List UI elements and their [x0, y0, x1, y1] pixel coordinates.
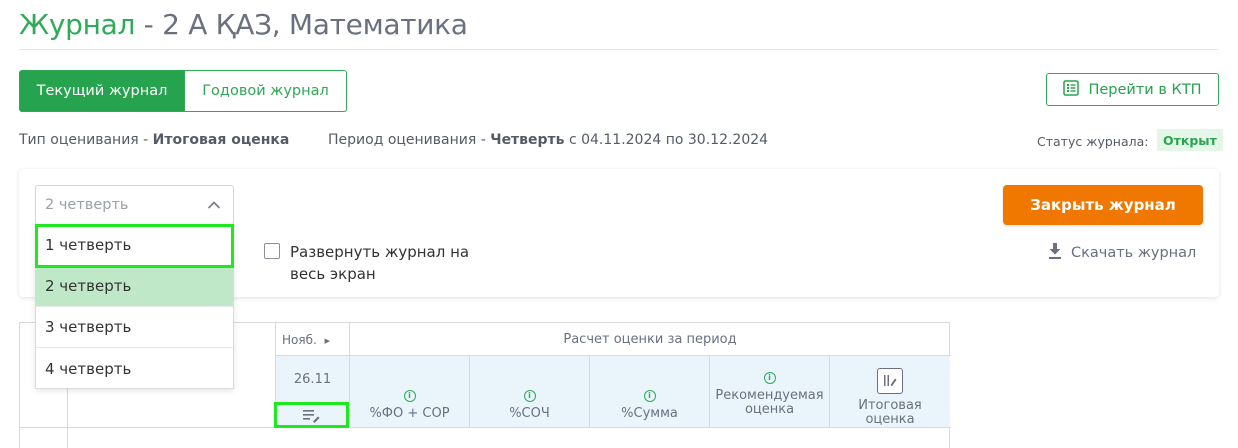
- calc-col-soch-label: %СОЧ: [509, 406, 550, 421]
- calc-col-fo-sor: i %ФО + СОР: [350, 356, 469, 427]
- page-title-class-subject: - 2 А ҚАЗ, Математика: [135, 8, 468, 41]
- period-value: Четверть: [490, 132, 565, 148]
- row-divider: [20, 427, 951, 428]
- period-label: Период оценивания -: [328, 132, 491, 148]
- period-range: с 04.11.2024 по 30.12.2024: [564, 132, 769, 148]
- caret-right-icon: ▶: [324, 336, 331, 345]
- tab-current-journal[interactable]: Текущий журнал: [19, 70, 185, 112]
- tab-annual-journal[interactable]: Годовой журнал: [185, 70, 347, 112]
- info-icon[interactable]: i: [523, 390, 536, 402]
- chevron-up-icon: [208, 201, 220, 209]
- calc-col-sum-label: %Сумма: [621, 406, 678, 421]
- period-info: Период оценивания - Четверть с 04.11.202…: [328, 132, 768, 148]
- calc-col-final: Итоговая оценка: [830, 356, 950, 427]
- quarter-option-3[interactable]: 3 четверть: [36, 307, 233, 348]
- edit-lesson-icon[interactable]: [303, 408, 321, 427]
- edit-grade-icon[interactable]: [877, 368, 903, 394]
- calc-col-soch: i %СОЧ: [470, 356, 589, 427]
- quarter-option-4[interactable]: 4 четверть: [36, 348, 233, 389]
- expand-fullscreen-checkbox[interactable]: [264, 243, 280, 259]
- page-title: Журнал - 2 А ҚАЗ, Математика: [19, 8, 468, 41]
- list-icon: [1063, 79, 1080, 100]
- expand-fullscreen-label: Развернуть журнал на весь экран: [290, 243, 470, 283]
- title-divider: [19, 49, 1218, 50]
- date-header: 26.11: [293, 372, 332, 387]
- quarter-dropdown: 1 четверть 2 четверть 3 четверть 4 четве…: [35, 224, 234, 389]
- assessment-type-info: Тип оценивания - Итоговая оценка: [19, 132, 289, 148]
- go-to-ktp-label: Перейти в КТП: [1088, 81, 1202, 98]
- download-journal-link[interactable]: Скачать журнал: [1047, 242, 1196, 264]
- close-journal-button[interactable]: Закрыть журнал: [1003, 185, 1203, 225]
- journal-status-label: Статус журнала:: [1037, 134, 1149, 149]
- calc-col-fo-sor-label: %ФО + СОР: [369, 406, 450, 421]
- assessment-type-value: Итоговая оценка: [152, 132, 290, 148]
- calc-col-sum: i %Сумма: [590, 356, 709, 427]
- quarter-select-value: 2 четверть: [45, 197, 129, 213]
- calc-col-final-label: Итоговая оценка: [858, 398, 922, 427]
- quarter-option-1[interactable]: 1 четверть: [36, 225, 233, 266]
- info-icon[interactable]: i: [403, 390, 416, 402]
- info-icon[interactable]: i: [763, 372, 776, 384]
- download-icon: [1047, 242, 1063, 264]
- calc-col-recommended-label: Рекомендуемая оценка: [715, 388, 824, 417]
- month-label: Нояб.: [282, 333, 317, 347]
- month-header[interactable]: Нояб. ▶: [282, 333, 330, 347]
- quarter-select[interactable]: 2 четверть: [35, 185, 234, 225]
- info-icon[interactable]: i: [643, 390, 656, 402]
- quarter-option-2[interactable]: 2 четверть: [36, 266, 233, 307]
- calc-period-header: Расчет оценки за период: [563, 332, 737, 347]
- download-journal-label: Скачать журнал: [1071, 245, 1197, 261]
- journal-status-badge: Открыт: [1157, 129, 1223, 151]
- page-title-journal: Журнал: [19, 8, 136, 41]
- journal-tabs: Текущий журнал Годовой журнал: [19, 70, 347, 112]
- calc-col-recommended: i Рекомендуемая оценка: [710, 356, 829, 427]
- assessment-type-label: Тип оценивания -: [19, 132, 153, 148]
- go-to-ktp-button[interactable]: Перейти в КТП: [1046, 73, 1219, 106]
